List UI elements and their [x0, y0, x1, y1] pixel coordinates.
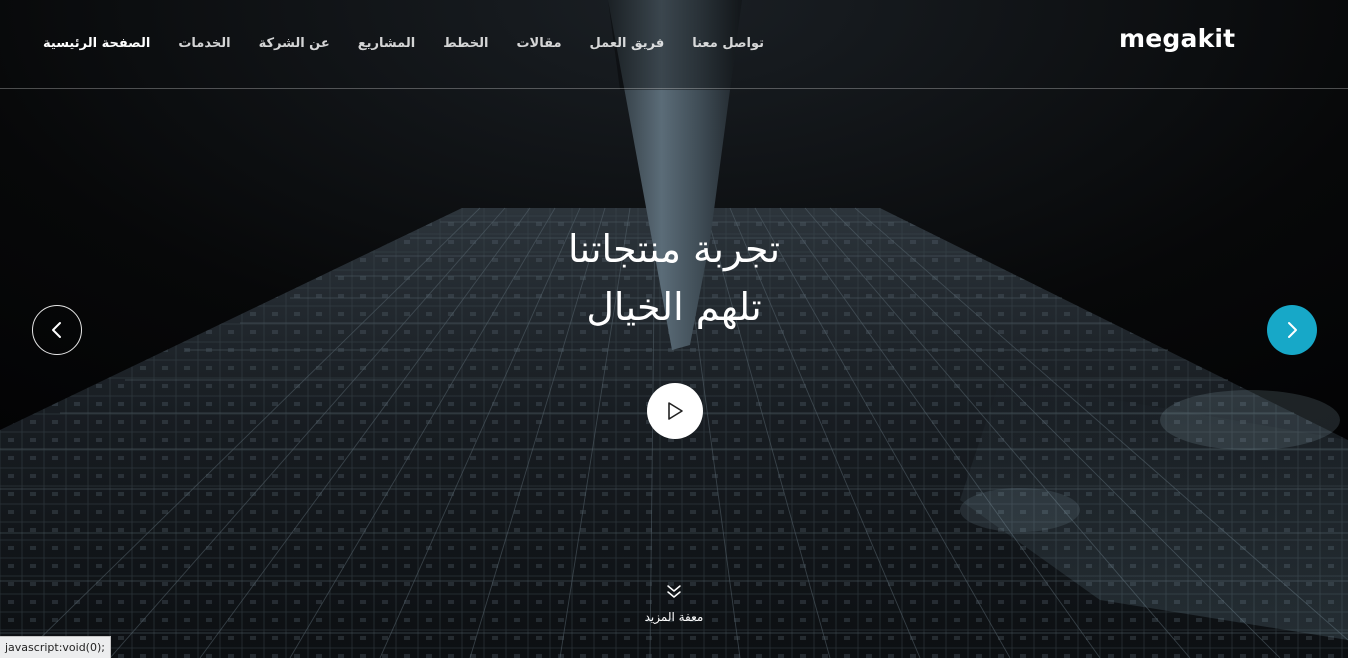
slider-prev-button[interactable] — [32, 305, 82, 355]
learn-more-label: معفة المزيد — [644, 610, 704, 624]
hero-section: megakit الصفحة الرئيسية الخدمات عن الشرك… — [0, 0, 1348, 658]
nav-item-plans[interactable]: الخطط — [443, 36, 488, 51]
nav-item-articles[interactable]: مقالات — [516, 36, 561, 51]
brand-logo[interactable]: megakit — [1119, 24, 1235, 53]
hero-headline-line-1: تجربة منتجاتنا — [567, 227, 781, 271]
play-video-button[interactable] — [647, 383, 703, 439]
chevron-left-icon — [52, 322, 61, 338]
chevron-right-icon — [1288, 322, 1297, 338]
hero-headline-line-2: تلهم الخيال — [586, 285, 762, 329]
nav-item-team[interactable]: فريق العمل — [590, 36, 665, 51]
nav-item-projects[interactable]: المشاريع — [358, 36, 415, 51]
slider-next-button[interactable] — [1267, 305, 1317, 355]
double-chevron-down-icon — [667, 585, 681, 598]
nav-item-home[interactable]: الصفحة الرئيسية — [43, 36, 150, 51]
nav-item-contact[interactable]: تواصل معنا — [692, 36, 764, 51]
play-icon — [668, 402, 683, 420]
learn-more-link[interactable]: معفة المزيد — [594, 584, 754, 624]
hero-headline: تجربة منتجاتنا تلهم الخيال — [474, 220, 874, 336]
nav-item-services[interactable]: الخدمات — [178, 36, 230, 51]
main-nav: الصفحة الرئيسية الخدمات عن الشركة المشار… — [43, 36, 764, 51]
browser-status-bar: javascript:void(0); — [0, 636, 111, 658]
top-navbar: megakit الصفحة الرئيسية الخدمات عن الشرك… — [0, 0, 1348, 89]
nav-item-about[interactable]: عن الشركة — [259, 36, 330, 51]
